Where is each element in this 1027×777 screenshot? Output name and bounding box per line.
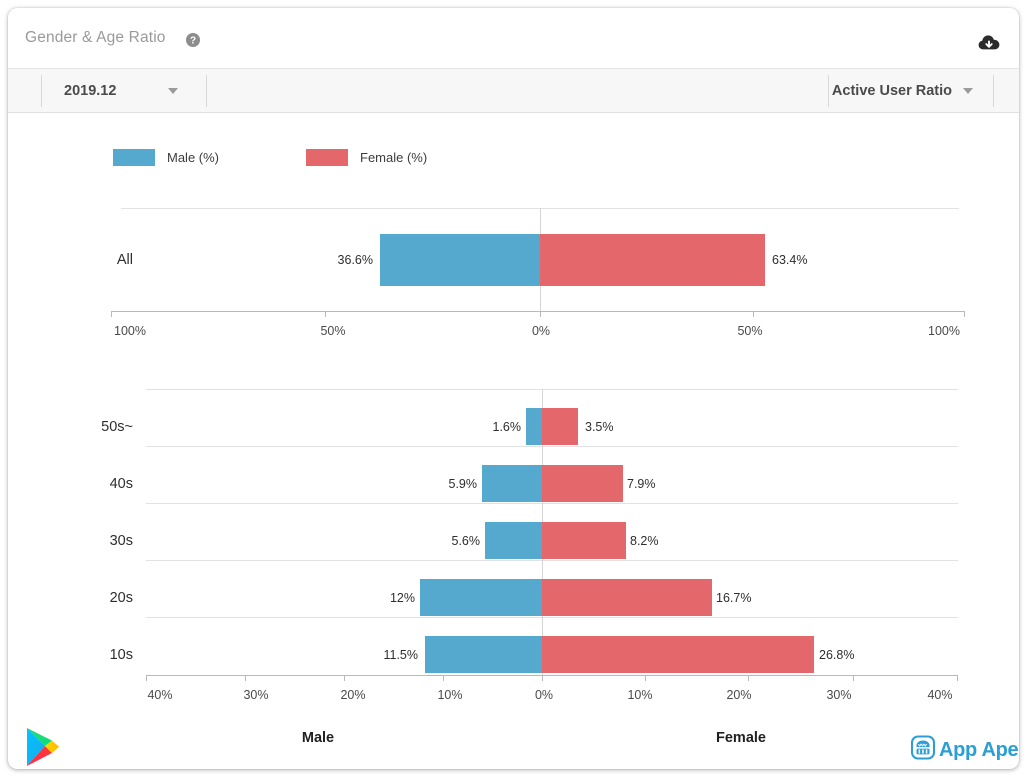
ape-face-icon bbox=[910, 735, 936, 765]
bar-30s-female bbox=[542, 522, 626, 559]
row-label-20s: 20s bbox=[109, 590, 133, 606]
bar-all-female bbox=[540, 234, 765, 286]
value-label-50s-female: 3.5% bbox=[585, 420, 614, 434]
legend-swatch-female bbox=[306, 148, 348, 166]
x-tick-label: 50% bbox=[320, 324, 346, 338]
svg-text:?: ? bbox=[190, 36, 196, 47]
x-tick bbox=[146, 675, 147, 681]
x-tick bbox=[853, 675, 854, 681]
value-label-all-female: 63.4% bbox=[772, 253, 808, 267]
x-tick-label: 50% bbox=[737, 324, 763, 338]
bar-all-male bbox=[380, 234, 540, 286]
value-label-30s-male: 5.6% bbox=[451, 534, 481, 548]
x-tick-label: 10% bbox=[437, 688, 463, 702]
legend-label-female: Female (%) bbox=[360, 149, 428, 165]
row-label-10s: 10s bbox=[109, 647, 133, 663]
value-label-all-male: 36.6% bbox=[337, 253, 373, 267]
page-title: Gender & Age Ratio bbox=[25, 29, 166, 46]
gridline bbox=[146, 560, 958, 561]
bar-20s-male bbox=[420, 579, 542, 616]
legend-item-female[interactable]: Female (%) bbox=[306, 146, 427, 168]
x-tick bbox=[645, 675, 646, 681]
x-tick bbox=[245, 675, 246, 681]
gridline bbox=[146, 503, 958, 504]
x-axis-by-age bbox=[146, 675, 958, 676]
bar-10s-female bbox=[542, 636, 814, 673]
bar-40s-female bbox=[542, 465, 623, 502]
value-label-10s-male: 11.5% bbox=[383, 648, 418, 662]
bar-40s-male bbox=[482, 465, 542, 502]
x-tick bbox=[542, 675, 543, 681]
x-tick bbox=[957, 675, 958, 681]
x-tick-label: 40% bbox=[147, 688, 173, 702]
x-tick-label: 10% bbox=[627, 688, 653, 702]
x-tick-label: 40% bbox=[927, 688, 953, 702]
gridline bbox=[146, 389, 958, 390]
chevron-down-icon bbox=[168, 88, 178, 94]
card-header: Gender & Age Ratio ? bbox=[8, 8, 1019, 68]
x-tick bbox=[964, 311, 965, 317]
gridline bbox=[146, 446, 958, 447]
row-label-50s: 50s~ bbox=[101, 419, 133, 435]
x-tick bbox=[325, 311, 326, 317]
row-label-40s: 40s bbox=[109, 476, 133, 492]
x-tick-label: 30% bbox=[243, 688, 269, 702]
bar-10s-male bbox=[425, 636, 542, 673]
help-circle-icon[interactable]: ? bbox=[186, 33, 200, 47]
value-label-20s-female: 16.7% bbox=[716, 591, 752, 605]
bar-20s-female bbox=[542, 579, 712, 616]
bar-30s-male bbox=[485, 522, 542, 559]
gender-age-ratio-card: Gender & Age Ratio ? 2019.12 Active User… bbox=[8, 8, 1019, 769]
value-label-30s-female: 8.2% bbox=[630, 534, 659, 548]
x-tick-label: 100% bbox=[928, 324, 960, 338]
row-label-all: All bbox=[116, 252, 133, 268]
x-tick bbox=[540, 311, 541, 317]
metric-select[interactable]: Active User Ratio bbox=[828, 75, 994, 107]
x-axis-all bbox=[111, 311, 965, 312]
x-tick bbox=[748, 675, 749, 681]
value-label-40s-male: 5.9% bbox=[448, 477, 478, 491]
metric-select-value: Active User Ratio bbox=[831, 83, 952, 99]
x-tick-label: 20% bbox=[726, 688, 752, 702]
google-play-icon bbox=[22, 725, 62, 769]
x-tick bbox=[753, 311, 754, 317]
x-tick-label: 0% bbox=[531, 324, 551, 338]
chart-toolbar: 2019.12 Active User Ratio bbox=[8, 68, 1019, 113]
x-tick bbox=[344, 675, 345, 681]
legend-item-male[interactable]: Male (%) bbox=[113, 146, 219, 168]
chart-area: Male (%) Female (%) All 36.6% 63.4% 100% bbox=[8, 113, 1019, 769]
appape-brand: App Ape bbox=[910, 735, 1019, 765]
legend-label-male: Male (%) bbox=[167, 149, 220, 165]
x-tick-label: 100% bbox=[114, 324, 146, 338]
period-select-value: 2019.12 bbox=[64, 83, 117, 99]
chevron-down-icon bbox=[963, 88, 973, 94]
cloud-download-icon[interactable] bbox=[978, 34, 1000, 54]
value-label-20s-male: 12% bbox=[389, 591, 415, 605]
bar-50s-male bbox=[526, 408, 542, 445]
axis-caption-male: Male bbox=[301, 730, 335, 746]
period-select[interactable]: 2019.12 bbox=[41, 75, 207, 107]
value-label-40s-female: 7.9% bbox=[627, 477, 656, 491]
value-label-10s-female: 26.8% bbox=[819, 648, 855, 662]
x-tick-label: 20% bbox=[340, 688, 366, 702]
axis-caption-female: Female bbox=[716, 730, 766, 746]
appape-wordmark: App Ape bbox=[939, 738, 1019, 761]
x-tick bbox=[111, 311, 112, 317]
x-tick bbox=[443, 675, 444, 681]
bar-50s-female bbox=[542, 408, 578, 445]
x-tick-label: 0% bbox=[534, 688, 554, 702]
x-tick-label: 30% bbox=[826, 688, 852, 702]
gridline bbox=[146, 617, 958, 618]
value-label-50s-male: 1.6% bbox=[492, 420, 522, 434]
legend-swatch-male bbox=[113, 148, 155, 166]
row-label-30s: 30s bbox=[109, 533, 133, 549]
